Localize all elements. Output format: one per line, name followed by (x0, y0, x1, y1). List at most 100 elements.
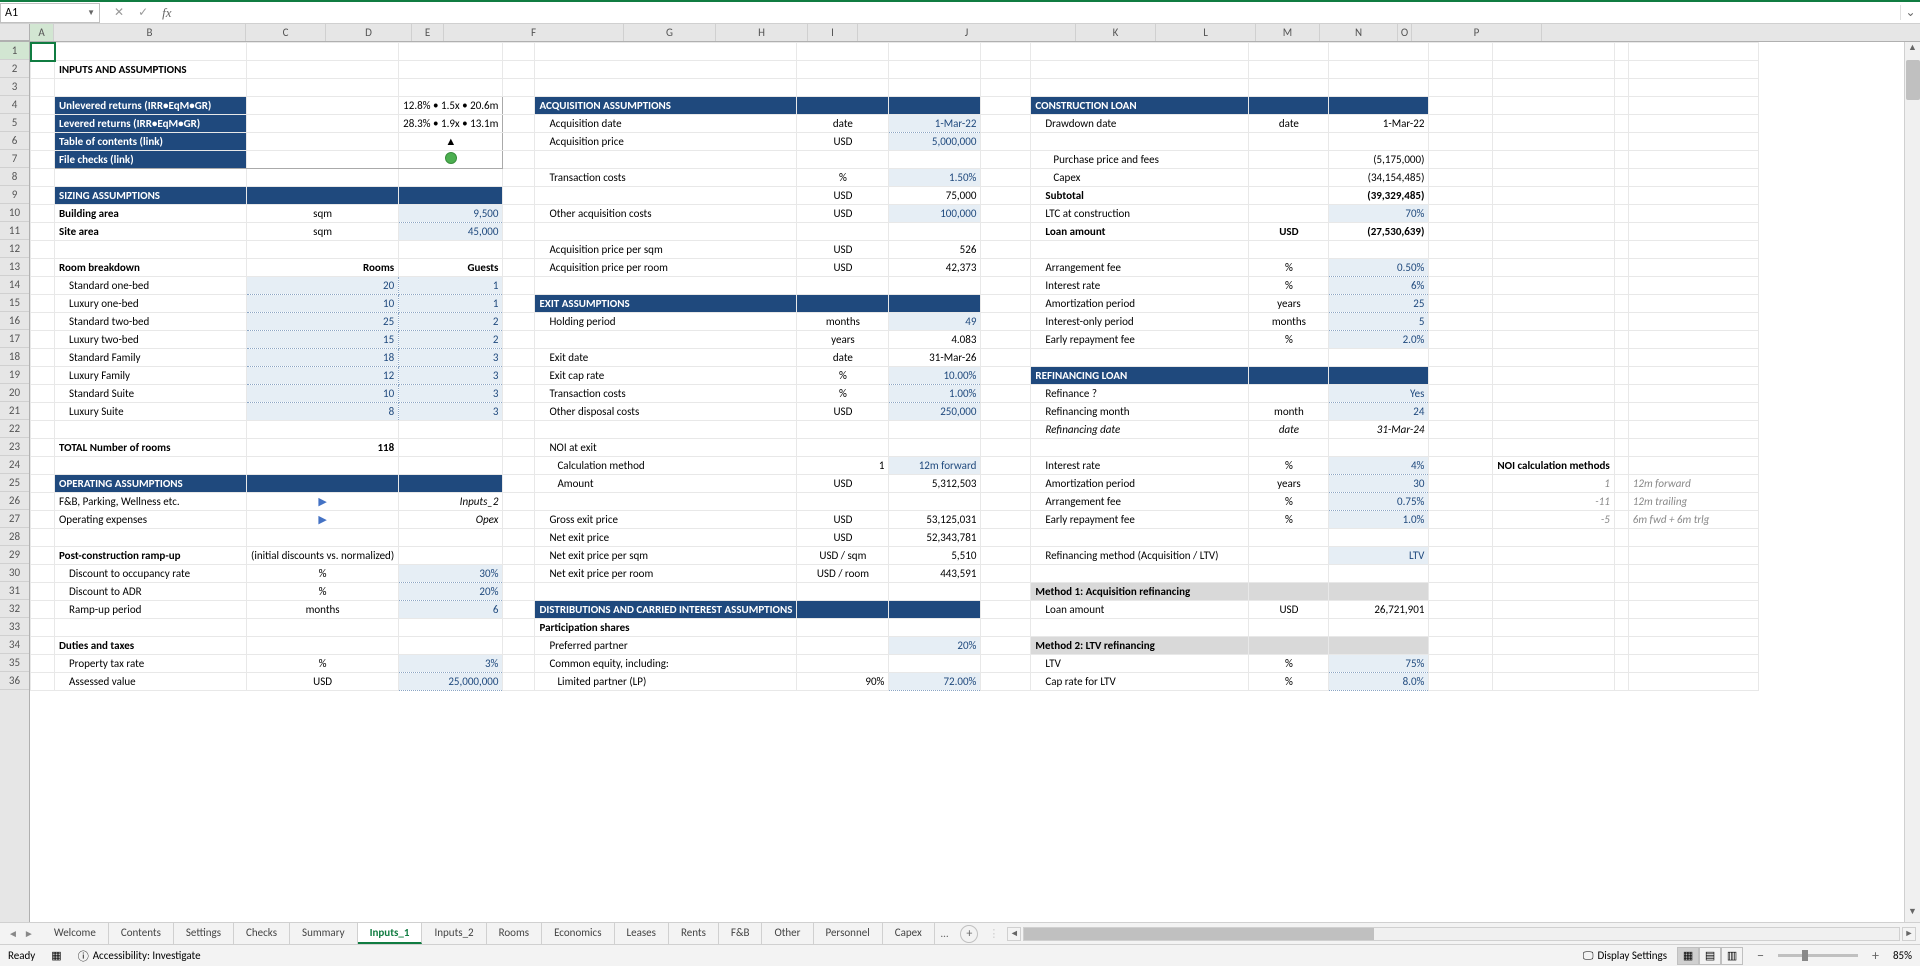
cell-J22[interactable]: Refinancing date (1031, 421, 1249, 439)
cell-E24[interactable] (503, 457, 535, 475)
cell-L1[interactable] (1329, 43, 1429, 61)
cell-F31[interactable] (535, 583, 797, 601)
cell-B27[interactable]: Operating expenses (55, 511, 247, 529)
cell-O27[interactable] (1614, 511, 1628, 529)
cell-K23[interactable] (1249, 439, 1329, 457)
cell-F19[interactable]: Exit cap rate (535, 367, 797, 385)
cell-B15[interactable]: Luxury one-bed (55, 295, 247, 313)
cell-N35[interactable] (1493, 655, 1614, 673)
cell-E7[interactable] (503, 151, 535, 169)
cell-M23[interactable] (1429, 439, 1493, 457)
cell-N24[interactable]: NOI calculation methods (1493, 457, 1614, 475)
column-header-O[interactable]: O (1398, 24, 1412, 41)
sheet-tab-other[interactable]: Other (762, 923, 813, 944)
cell-K19[interactable] (1249, 367, 1329, 385)
row-header-15[interactable]: 15 (0, 294, 29, 312)
cell-B11[interactable]: Site area (55, 223, 247, 241)
formula-input[interactable] (186, 3, 1900, 23)
cell-I18[interactable] (981, 349, 1031, 367)
cell-E9[interactable] (503, 187, 535, 205)
cell-G35[interactable] (797, 655, 889, 673)
cell-N26[interactable]: -11 (1493, 493, 1614, 511)
cell-M30[interactable] (1429, 565, 1493, 583)
vertical-scrollbar[interactable]: ▲ ▼ (1904, 42, 1920, 922)
row-header-5[interactable]: 5 (0, 114, 29, 132)
cell-L20[interactable]: Yes (1329, 385, 1429, 403)
cell-E28[interactable] (503, 529, 535, 547)
cell-O35[interactable] (1614, 655, 1628, 673)
cell-I35[interactable] (981, 655, 1031, 673)
cell-N29[interactable] (1493, 547, 1614, 565)
cell-P4[interactable] (1628, 97, 1758, 115)
cell-D22[interactable] (399, 421, 503, 439)
cell-G12[interactable]: USD (797, 241, 889, 259)
cell-A8[interactable] (31, 169, 55, 187)
cell-I2[interactable] (981, 61, 1031, 79)
cell-F34[interactable]: Preferred partner (535, 637, 797, 655)
cell-C10[interactable]: sqm (247, 205, 399, 223)
cell-M14[interactable] (1429, 277, 1493, 295)
cell-J30[interactable] (1031, 565, 1249, 583)
cell-A3[interactable] (31, 79, 55, 97)
cell-A11[interactable] (31, 223, 55, 241)
cell-L8[interactable]: (34,154,485) (1329, 169, 1429, 187)
cell-J13[interactable]: Arrangement fee (1031, 259, 1249, 277)
cell-F24[interactable]: Calculation method (535, 457, 797, 475)
cell-E27[interactable] (503, 511, 535, 529)
cell-P25[interactable]: 12m forward (1628, 475, 1758, 493)
cell-A4[interactable] (31, 97, 55, 115)
cell-K29[interactable] (1249, 547, 1329, 565)
cell-H10[interactable]: 100,000 (889, 205, 981, 223)
cell-H33[interactable] (889, 619, 981, 637)
cell-N23[interactable] (1493, 439, 1614, 457)
cell-H24[interactable]: 12m forward (889, 457, 981, 475)
cell-F36[interactable]: Limited partner (LP) (535, 673, 797, 691)
cell-H18[interactable]: 31-Mar-26 (889, 349, 981, 367)
cell-P21[interactable] (1628, 403, 1758, 421)
cell-K35[interactable]: % (1249, 655, 1329, 673)
row-header-30[interactable]: 30 (0, 564, 29, 582)
cell-N18[interactable] (1493, 349, 1614, 367)
scroll-left-icon[interactable]: ◄ (1007, 927, 1021, 941)
cell-A29[interactable] (31, 547, 55, 565)
row-header-32[interactable]: 32 (0, 600, 29, 618)
zoom-level[interactable]: 85% (1893, 949, 1912, 962)
cell-P26[interactable]: 12m trailing (1628, 493, 1758, 511)
cell-E31[interactable] (503, 583, 535, 601)
column-header-I[interactable]: I (808, 24, 858, 41)
cell-N17[interactable] (1493, 331, 1614, 349)
cell-H35[interactable] (889, 655, 981, 673)
select-all-corner[interactable] (0, 24, 30, 41)
cell-M11[interactable] (1429, 223, 1493, 241)
cell-I21[interactable] (981, 403, 1031, 421)
cell-H13[interactable]: 42,373 (889, 259, 981, 277)
row-header-18[interactable]: 18 (0, 348, 29, 366)
cell-L7[interactable]: (5,175,000) (1329, 151, 1429, 169)
cell-G18[interactable]: date (797, 349, 889, 367)
cell-H17[interactable]: 4.083 (889, 331, 981, 349)
cell-E5[interactable] (503, 115, 535, 133)
cell-H34[interactable]: 20% (889, 637, 981, 655)
cell-I23[interactable] (981, 439, 1031, 457)
cell-K27[interactable]: % (1249, 511, 1329, 529)
cell-M17[interactable] (1429, 331, 1493, 349)
cell-J10[interactable]: LTC at construction (1031, 205, 1249, 223)
cell-K26[interactable]: % (1249, 493, 1329, 511)
cell-N12[interactable] (1493, 241, 1614, 259)
cell-E18[interactable] (503, 349, 535, 367)
formula-expand-icon[interactable]: ⌄ (1900, 5, 1920, 20)
new-sheet-button[interactable]: + (960, 925, 978, 943)
cell-B17[interactable]: Luxury two-bed (55, 331, 247, 349)
cell-D28[interactable] (399, 529, 503, 547)
cell-A21[interactable] (31, 403, 55, 421)
cell-N1[interactable] (1493, 43, 1614, 61)
cell-A34[interactable] (31, 637, 55, 655)
cell-D6[interactable]: ▲ (399, 133, 503, 151)
cell-M2[interactable] (1429, 61, 1493, 79)
cell-J11[interactable]: Loan amount (1031, 223, 1249, 241)
cell-I20[interactable] (981, 385, 1031, 403)
cell-N9[interactable] (1493, 187, 1614, 205)
cell-I26[interactable] (981, 493, 1031, 511)
cell-P24[interactable] (1628, 457, 1758, 475)
cell-J7[interactable]: Purchase price and fees (1031, 151, 1249, 169)
